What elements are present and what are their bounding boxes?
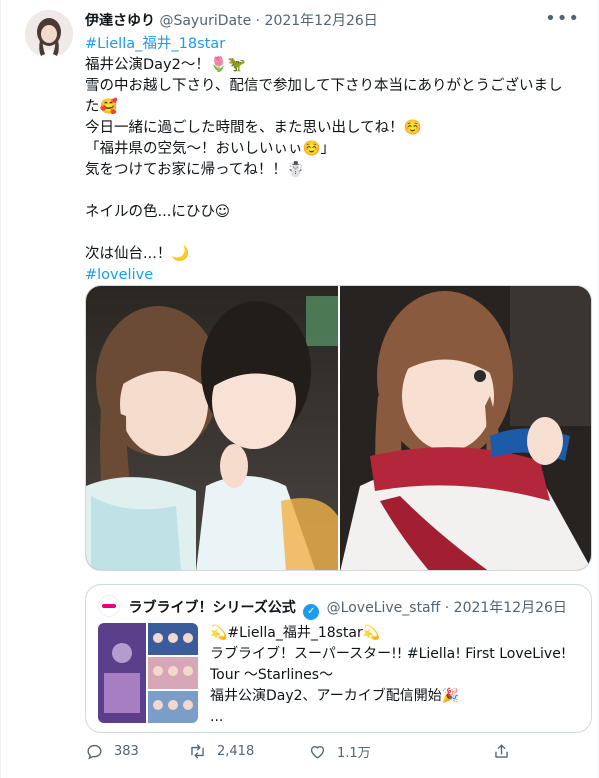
tweet-card: 伊達さゆり @SayuriDate · 2021年12月26日 ••• #Lie… bbox=[0, 0, 599, 778]
reply-button[interactable]: 383 bbox=[85, 742, 139, 761]
tweet-line: 雪の中お越し下さり、配信で参加して下さり本当にありがとうございまし bbox=[85, 78, 563, 94]
quoted-tweet-body: 💫#Liella_福井_18star💫 ラブライブ！スーパースター!! #Lie… bbox=[210, 623, 566, 728]
share-button[interactable] bbox=[492, 742, 521, 761]
quoted-tweet-header: ラブライブ！シリーズ公式 ✓ @LoveLive_staff · 2021年12… bbox=[98, 595, 567, 620]
quoted-author-handle: @LoveLive_staff bbox=[326, 600, 441, 616]
quoted-tweet[interactable]: ラブライブ！シリーズ公式 ✓ @LoveLive_staff · 2021年12… bbox=[85, 584, 592, 733]
photo-right-image bbox=[340, 286, 591, 570]
like-count: 1.1万 bbox=[337, 746, 371, 761]
hashtag-link[interactable]: #Liella_福井_18star bbox=[85, 34, 585, 55]
tweet-media bbox=[85, 285, 592, 571]
tweet-line: 次は仙台...！🌙 bbox=[85, 246, 190, 262]
reply-count: 383 bbox=[114, 744, 139, 759]
tweet-line: 「福井県の空気〜！おいしいぃぃ☺️」 bbox=[85, 141, 336, 157]
photo-left[interactable] bbox=[86, 286, 338, 570]
tweet-body: #Liella_福井_18star 福井公演Day2〜！🌷🦖 雪の中お越し下さり… bbox=[85, 34, 585, 286]
quoted-media-image bbox=[98, 623, 198, 723]
avatar[interactable] bbox=[25, 10, 73, 58]
verified-badge-icon: ✓ bbox=[303, 604, 320, 620]
tweet-actions: 383 2,418 1.1万 bbox=[85, 742, 565, 766]
quoted-line: ラブライブ！スーパースター!! #Liella! First LoveLive! bbox=[210, 646, 567, 662]
separator-dot: · bbox=[255, 13, 261, 29]
tweet-header: 伊達さゆり @SayuriDate · 2021年12月26日 bbox=[85, 12, 525, 30]
photo-left-image bbox=[86, 286, 338, 570]
tweet-date[interactable]: 2021年12月26日 bbox=[265, 13, 378, 29]
separator-dot: · bbox=[444, 600, 450, 616]
heart-icon bbox=[310, 746, 325, 759]
more-options-icon[interactable]: ••• bbox=[545, 10, 580, 28]
quoted-tweet-date: 2021年12月26日 bbox=[453, 600, 567, 616]
quoted-media-thumbnail bbox=[98, 623, 198, 723]
tweet-line: 気をつけてお家に帰ってね！！☃️ bbox=[85, 162, 305, 178]
share-icon bbox=[495, 744, 508, 758]
tweet-line: ネイルの色...にひひ☺ bbox=[85, 204, 230, 220]
quoted-line: 福井公演Day2、アーカイブ配信開始🎉 bbox=[210, 688, 460, 704]
like-button[interactable]: 1.1万 bbox=[308, 742, 371, 761]
quoted-author-name: ラブライブ！シリーズ公式 bbox=[128, 600, 296, 616]
quoted-line: 💫#Liella_福井_18star💫 bbox=[210, 625, 381, 641]
quoted-avatar bbox=[98, 595, 120, 617]
reply-icon bbox=[87, 744, 102, 760]
retweet-button[interactable]: 2,418 bbox=[188, 742, 254, 761]
tweet-line: 福井公演Day2〜！🌷🦖 bbox=[85, 57, 246, 73]
photo-right[interactable] bbox=[340, 286, 591, 570]
quoted-line: ... bbox=[210, 709, 224, 725]
hashtag-link[interactable]: #lovelive bbox=[85, 265, 585, 286]
retweet-icon bbox=[191, 744, 204, 759]
tweet-line: た🥰 bbox=[85, 99, 118, 115]
author-handle[interactable]: @SayuriDate bbox=[159, 13, 251, 29]
avatar-photo bbox=[25, 10, 73, 58]
tweet-line: 今日一緒に過ごした時間を、また思い出してね！☺️ bbox=[85, 120, 422, 136]
author-name[interactable]: 伊達さゆり bbox=[85, 13, 155, 29]
quoted-line: Tour 〜Starlines〜 bbox=[210, 667, 334, 683]
retweet-count: 2,418 bbox=[217, 744, 255, 759]
